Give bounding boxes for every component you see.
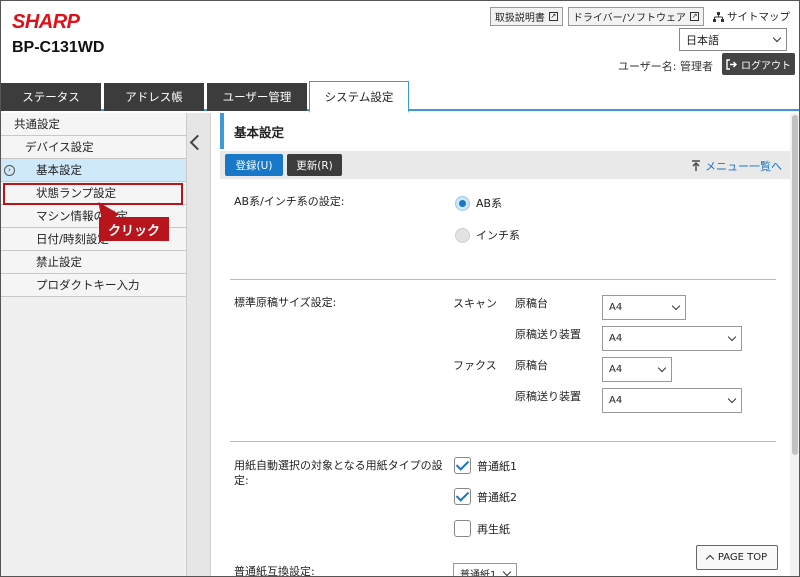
fax-platen-value: A4 — [609, 364, 623, 375]
scan-label: スキャン — [453, 297, 497, 310]
sidebar-item-common-settings[interactable]: 共通設定 — [1, 113, 186, 136]
sitemap-label: サイトマップ — [727, 11, 790, 23]
radio-ab-label: AB系 — [476, 197, 503, 210]
scrollbar-thumb[interactable] — [792, 115, 798, 455]
sidebar-item-label: 共通設定 — [14, 117, 60, 131]
sidebar-item-label: プロダクトキー入力 — [36, 278, 140, 292]
radio-inch-label: インチ系 — [476, 229, 520, 242]
scan-platen-label: 原稿台 — [515, 297, 548, 310]
sidebar-item-prohibit[interactable]: 禁止設定 — [1, 251, 186, 274]
chevron-left-icon — [189, 134, 206, 151]
plain-paper-swap-value: 普通紙1 — [460, 569, 497, 577]
browser-frame: SHARP BP-C131WD 取扱説明書 ↗ ドライバー/ソフトウェア ↗ サ… — [0, 0, 800, 577]
manual-link[interactable]: 取扱説明書 ↗ — [489, 7, 563, 26]
top-links: 取扱説明書 ↗ ドライバー/ソフトウェア ↗ サイトマップ — [489, 7, 790, 26]
content-scrollbar[interactable] — [790, 113, 799, 576]
logout-icon — [726, 58, 737, 70]
chevron-down-icon — [671, 301, 681, 311]
fax-platen-select[interactable]: A4 — [602, 357, 672, 382]
main-content: 基本設定 登録(U) 更新(R) メニュー一覧へ AB系/インチ系の設定: AB… — [220, 113, 790, 577]
sidebar-collapse-button[interactable] — [187, 113, 211, 576]
page-top-button[interactable]: PAGE TOP — [696, 545, 778, 570]
annotation-click-label: クリック — [99, 217, 169, 241]
radio-inch[interactable]: インチ系 — [455, 227, 520, 243]
radio-ab-indicator — [455, 195, 470, 211]
ab-inch-label: AB系/インチ系の設定: — [234, 195, 345, 208]
fax-feeder-select[interactable]: A4 — [602, 388, 742, 413]
sidebar-item-label: 日付/時刻設定 — [36, 232, 109, 246]
tab-system-settings[interactable]: システム設定 — [309, 81, 409, 113]
radio-ab[interactable]: AB系 — [455, 195, 502, 211]
plain-paper-swap-select[interactable]: 普通紙1 — [453, 563, 517, 577]
checkbox-plain-paper-2-label: 普通紙2 — [477, 490, 517, 504]
chevron-right-icon: › — [4, 164, 15, 176]
content-toolbar: 登録(U) 更新(R) メニュー一覧へ — [220, 151, 790, 179]
tab-status[interactable]: ステータス — [1, 83, 101, 111]
checkbox-plain-paper-2[interactable]: 普通紙2 — [454, 488, 517, 505]
driver-software-link-label: ドライバー/ソフトウェア — [572, 13, 686, 24]
paper-type-label: 用紙自動選択の対象となる用紙タイプの設定: — [234, 459, 443, 487]
plain-paper-swap-label: 普通紙互換設定: — [234, 565, 315, 577]
language-select[interactable]: 日本語 — [679, 28, 787, 51]
chevron-down-icon — [727, 394, 737, 404]
sitemap-icon — [713, 11, 724, 22]
chevron-down-icon — [657, 363, 667, 373]
brand-logo: SHARP — [12, 11, 80, 33]
chevron-down-icon — [772, 33, 782, 43]
sidebar-item-basic-settings[interactable]: › 基本設定 — [1, 159, 186, 182]
page-title: 基本設定 — [220, 113, 790, 149]
checkbox-plain-paper-2-indicator — [454, 488, 471, 505]
back-to-menu-icon — [692, 160, 700, 171]
sidebar-item-device-settings[interactable]: デバイス設定 — [1, 136, 186, 159]
checkbox-plain-paper-1-label: 普通紙1 — [477, 459, 517, 473]
chevron-down-icon — [502, 567, 512, 576]
section-divider — [230, 441, 776, 442]
logout-label: ログアウト — [741, 60, 791, 72]
checkbox-plain-paper-1[interactable]: 普通紙1 — [454, 457, 517, 474]
main-tabs: ステータス アドレス帳 ユーザー管理 システム設定 — [1, 81, 799, 113]
checkbox-recycled-paper-label: 再生紙 — [477, 522, 510, 536]
driver-software-link[interactable]: ドライバー/ソフトウェア ↗ — [567, 7, 704, 26]
fax-platen-label: 原稿台 — [515, 359, 548, 372]
scan-feeder-select[interactable]: A4 — [602, 326, 742, 351]
tab-user-management[interactable]: ユーザー管理 — [207, 83, 307, 111]
model-name: BP-C131WD — [12, 39, 105, 56]
sidebar-item-product-key[interactable]: プロダクトキー入力 — [1, 274, 186, 297]
register-button[interactable]: 登録(U) — [225, 154, 283, 176]
scan-platen-select[interactable]: A4 — [602, 295, 686, 320]
sidebar-item-label: 禁止設定 — [36, 255, 82, 269]
fax-feeder-label: 原稿送り装置 — [515, 390, 581, 403]
page-top-label: PAGE TOP — [717, 552, 768, 563]
user-name: ユーザー名: 管理者 — [618, 60, 713, 73]
sitemap-link[interactable]: サイトマップ — [709, 9, 790, 24]
fax-feeder-value: A4 — [609, 395, 623, 406]
checkbox-plain-paper-1-indicator — [454, 457, 471, 474]
section-divider — [230, 279, 776, 280]
radio-inch-indicator — [455, 227, 470, 243]
scan-feeder-value: A4 — [609, 333, 623, 344]
refresh-button[interactable]: 更新(R) — [287, 154, 342, 176]
logout-button[interactable]: ログアウト — [722, 53, 795, 75]
manual-link-label: 取扱説明書 — [494, 13, 545, 24]
scan-platen-value: A4 — [609, 302, 623, 313]
annotation-highlight-box — [3, 183, 183, 205]
checkbox-recycled-paper[interactable]: 再生紙 — [454, 520, 510, 537]
sidebar-item-label: デバイス設定 — [25, 140, 94, 154]
tab-address-book[interactable]: アドレス帳 — [104, 83, 204, 111]
fax-label: ファクス — [453, 359, 497, 372]
menu-list-link[interactable]: メニュー一覧へ — [690, 158, 782, 174]
chevron-down-icon — [727, 332, 737, 342]
menu-list-label: メニュー一覧へ — [705, 160, 782, 173]
language-selected-value: 日本語 — [686, 33, 719, 47]
original-size-label: 標準原稿サイズ設定: — [234, 296, 337, 309]
external-link-icon: ↗ — [548, 12, 558, 21]
scan-feeder-label: 原稿送り装置 — [515, 328, 581, 341]
sidebar-item-label: 基本設定 — [36, 163, 82, 177]
chevron-up-icon — [705, 554, 715, 564]
external-link-icon: ↗ — [690, 12, 699, 21]
checkbox-recycled-paper-indicator — [454, 520, 471, 537]
